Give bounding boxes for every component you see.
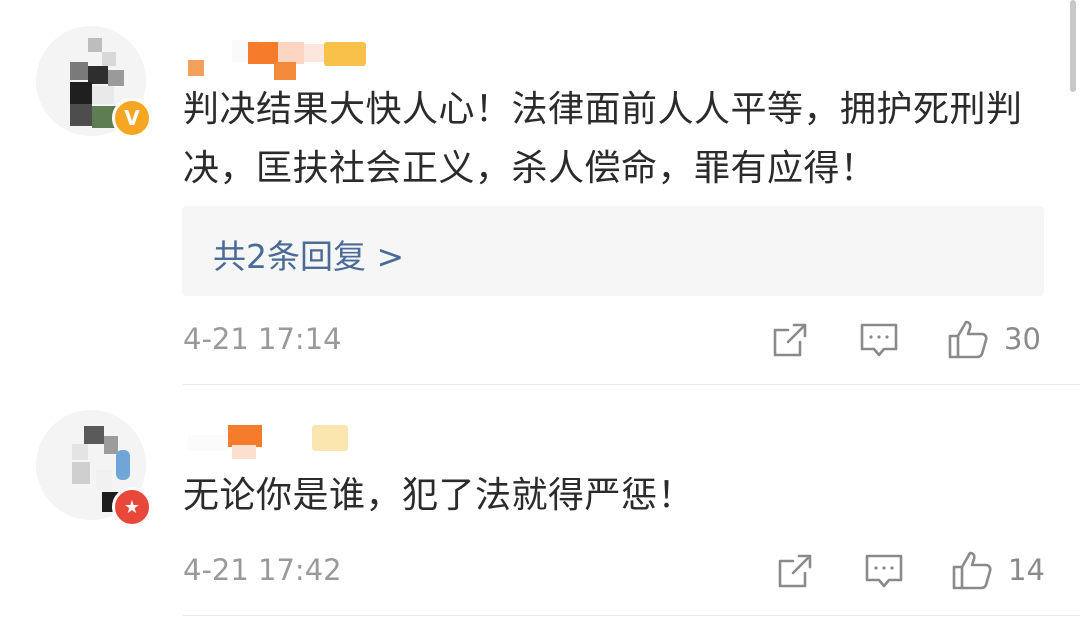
username-blur-block [228, 425, 262, 447]
replies-panel[interactable]: 共2条回复 > [182, 206, 1044, 296]
avatar-pixel [72, 462, 90, 484]
username-blur-block [274, 62, 296, 80]
comment-icon [860, 323, 898, 357]
share-icon [773, 323, 807, 357]
share-icon [778, 554, 812, 588]
avatar-pixel [84, 426, 104, 444]
avatar-pixel [108, 70, 124, 86]
avatar-pixel [96, 470, 112, 490]
avatar-pixel [70, 82, 92, 104]
like-count: 30 [1004, 322, 1041, 356]
avatar-pixel [104, 436, 118, 454]
level-badge-blur [312, 425, 348, 451]
share-button[interactable] [775, 551, 815, 591]
username-blur-block [232, 445, 256, 459]
username-blur-block [278, 42, 304, 64]
like-button[interactable] [950, 549, 994, 591]
avatar-pixel [88, 38, 102, 52]
username[interactable] [188, 421, 368, 467]
view-replies-link[interactable]: 共2条回复 > [213, 230, 404, 278]
username-blur-block [188, 435, 228, 451]
comment-text: 判决结果大快人心！法律面前人人平等，拥护死刑判决，匡扶社会正义，杀人偿命，罪有应… [183, 89, 1023, 189]
divider [183, 615, 1080, 616]
like-button[interactable] [946, 318, 990, 360]
avatar-pixel [116, 450, 130, 480]
comment-item: V 判决结果大快人心！法律面前人人平等，拥护死刑判决，匡扶社会正义，杀人偿命，罪… [0, 0, 1080, 385]
username-blur-block [188, 60, 204, 76]
level-badge-blur [324, 42, 366, 66]
avatar-pixel [72, 444, 88, 460]
comment-timestamp: 4-21 17:42 [183, 553, 342, 587]
verified-v-icon: V [112, 98, 152, 138]
like-icon [948, 320, 988, 359]
share-button[interactable] [770, 320, 810, 360]
avatar-pixel [70, 62, 88, 80]
avatar-pixel [70, 104, 92, 126]
like-count: 14 [1008, 553, 1045, 587]
comment-text: 无论你是谁，犯了法就得严惩！ [183, 475, 695, 516]
comment-icon [865, 554, 903, 588]
comment-button[interactable] [863, 551, 905, 591]
comment-button[interactable] [858, 320, 900, 360]
comment-item: ★ 无论你是谁，犯了法就得严惩！ 4-21 17:42 14 [0, 385, 1080, 625]
avatar-pixel [92, 86, 114, 104]
like-icon [952, 551, 992, 590]
star-badge-icon: ★ [112, 487, 152, 527]
avatar-pixel [102, 52, 116, 66]
username[interactable] [188, 38, 368, 84]
username-blur-block [304, 44, 326, 62]
comment-timestamp: 4-21 17:14 [183, 322, 342, 356]
username-blur-block [248, 42, 278, 64]
